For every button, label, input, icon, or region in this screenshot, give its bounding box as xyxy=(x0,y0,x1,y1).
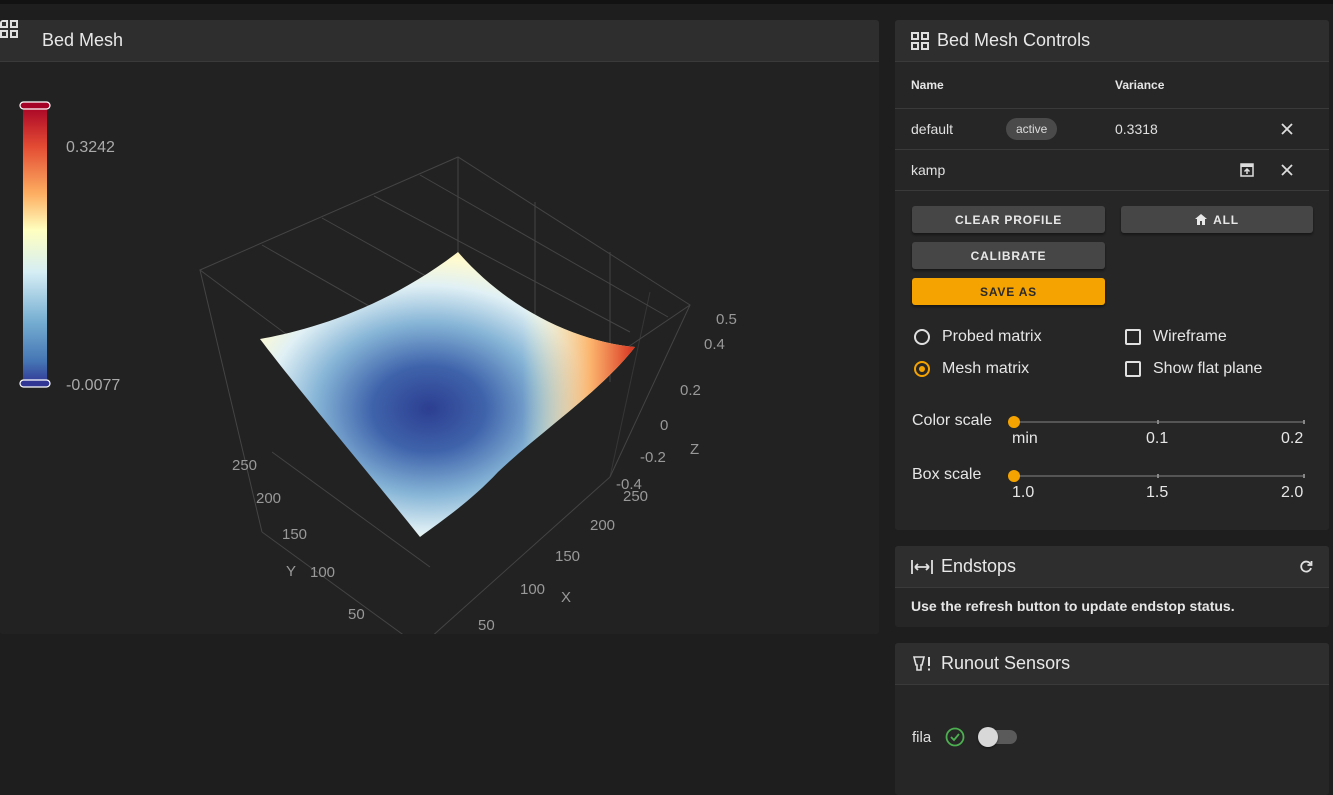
active-badge: active xyxy=(1006,118,1058,140)
endstops-info: Use the refresh button to update endstop… xyxy=(911,598,1235,614)
flat-plane-checkbox[interactable]: Show flat plane xyxy=(1125,360,1262,378)
filament-alert-icon xyxy=(911,655,933,673)
home-icon xyxy=(1195,214,1208,225)
svg-text:0.4: 0.4 xyxy=(704,336,725,353)
scale-min-label: -0.0077 xyxy=(66,377,120,394)
endstops-title: Endstops xyxy=(941,556,1017,576)
probed-matrix-radio[interactable]: Probed matrix xyxy=(914,328,1042,346)
sensor-row: fila xyxy=(912,727,1018,747)
profile-table-header: Name Variance xyxy=(895,62,1329,109)
runout-title: Runout Sensors xyxy=(941,653,1071,673)
close-icon[interactable] xyxy=(1279,121,1295,137)
runout-sensors-panel: Runout Sensors fila xyxy=(895,643,1329,795)
bed-mesh-panel: Bed Mesh 0.3242 -0.0077 0.5 0.4 0.2 0 -0… xyxy=(0,20,879,634)
controls-title: Bed Mesh Controls xyxy=(937,30,1091,50)
svg-text:50: 50 xyxy=(478,617,495,634)
radio-button-selected xyxy=(914,361,930,377)
radio-button xyxy=(914,329,930,345)
table-row[interactable]: default active 0.3318 xyxy=(895,109,1329,150)
slider-thumb[interactable] xyxy=(1008,416,1020,428)
svg-text:250: 250 xyxy=(232,457,257,474)
z-axis: 0.5 0.4 0.2 0 -0.2 -0.4 Z xyxy=(616,311,737,493)
scale-min-handle[interactable] xyxy=(19,379,51,388)
svg-text:0.2: 0.2 xyxy=(680,382,701,399)
svg-text:-0.2: -0.2 xyxy=(640,449,666,466)
col-variance-header: Variance xyxy=(1115,78,1165,92)
color-scale-label: Color scale xyxy=(912,412,993,429)
color-scale-bar xyxy=(19,101,51,388)
scale-max-label: 0.3242 xyxy=(66,139,115,156)
x-axis-label: X xyxy=(561,589,571,606)
arrow-horizontal-icon xyxy=(911,558,933,576)
toggle-knob xyxy=(978,727,999,747)
svg-text:150: 150 xyxy=(555,548,580,565)
scale-max-handle[interactable] xyxy=(19,101,51,110)
checkbox xyxy=(1125,329,1141,345)
col-name-header: Name xyxy=(911,78,944,92)
endstops-header: Endstops xyxy=(895,546,1329,588)
svg-text:50: 50 xyxy=(348,606,365,623)
bed-mesh-header: Bed Mesh xyxy=(0,20,879,62)
calibrate-button[interactable]: CALIBRATE xyxy=(912,242,1105,269)
endstops-panel: Endstops Use the refresh button to updat… xyxy=(895,546,1329,627)
svg-text:0.5: 0.5 xyxy=(716,311,737,328)
x-axis: 250 200 150 100 50 X xyxy=(478,488,648,634)
svg-text:200: 200 xyxy=(590,517,615,534)
refresh-icon[interactable] xyxy=(1299,560,1313,574)
controls-header: Bed Mesh Controls xyxy=(895,20,1329,62)
checkbox xyxy=(1125,361,1141,377)
svg-text:100: 100 xyxy=(520,581,545,598)
home-all-label: ALL xyxy=(1213,212,1239,227)
wireframe-checkbox[interactable]: Wireframe xyxy=(1125,328,1227,346)
check-circle-icon xyxy=(945,727,965,747)
runout-header: Runout Sensors xyxy=(895,643,1329,685)
mesh-surface xyxy=(260,252,635,537)
home-all-button[interactable]: ALL xyxy=(1121,206,1313,233)
slider-thumb[interactable] xyxy=(1008,470,1020,482)
close-icon[interactable] xyxy=(1279,162,1295,178)
svg-text:200: 200 xyxy=(256,490,281,507)
y-axis-label: Y xyxy=(286,563,296,580)
top-app-bar xyxy=(0,0,1333,4)
save-as-button[interactable]: SAVE AS xyxy=(912,278,1105,305)
grid-icon xyxy=(0,20,34,50)
bed-mesh-controls-panel: Bed Mesh Controls Name Variance default … xyxy=(895,20,1329,530)
profile-name: kamp xyxy=(911,162,946,178)
svg-text:250: 250 xyxy=(623,488,648,505)
svg-text:150: 150 xyxy=(282,526,307,543)
clear-profile-button[interactable]: CLEAR PROFILE xyxy=(912,206,1105,233)
sensor-name: fila xyxy=(912,728,932,746)
table-row[interactable]: kamp xyxy=(895,150,1329,191)
svg-text:0: 0 xyxy=(660,417,668,434)
sensor-toggle[interactable] xyxy=(978,727,1018,747)
bed-mesh-title: Bed Mesh xyxy=(42,30,124,50)
bed-mesh-plot[interactable]: 0.3242 -0.0077 0.5 0.4 0.2 0 -0.2 -0.4 Z… xyxy=(0,62,879,634)
empty-area xyxy=(0,634,879,795)
z-axis-label: Z xyxy=(690,441,699,458)
load-profile-icon[interactable] xyxy=(1239,162,1255,178)
mesh-matrix-radio[interactable]: Mesh matrix xyxy=(914,360,1029,378)
box-scale-label: Box scale xyxy=(912,466,982,483)
svg-text:100: 100 xyxy=(310,564,335,581)
grid-icon xyxy=(911,31,929,50)
